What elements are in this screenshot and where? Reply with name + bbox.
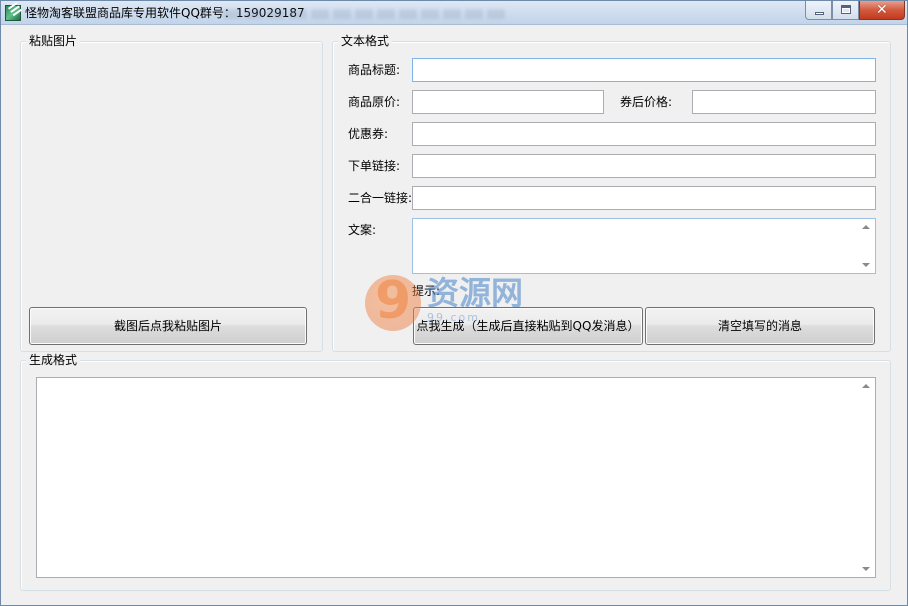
coupon-input[interactable]	[412, 122, 876, 146]
app-icon	[5, 5, 21, 21]
scroll-up-icon[interactable]	[862, 384, 870, 388]
coupon-label: 优惠券:	[348, 127, 389, 141]
product-title-label: 商品标题:	[348, 63, 401, 77]
close-icon: ✕	[876, 2, 888, 18]
clear-button[interactable]: 清空填写的消息	[645, 307, 875, 345]
combined-link-label: 二合一链接:	[348, 191, 413, 205]
copy-text-label: 文案:	[348, 223, 377, 237]
combined-link-input[interactable]	[412, 186, 876, 210]
product-title-input[interactable]	[412, 58, 876, 82]
output-format-group-label: 生成格式	[26, 353, 81, 367]
paste-image-group-label: 粘贴图片	[26, 34, 81, 48]
maximize-icon	[841, 5, 851, 14]
original-price-label: 商品原价:	[348, 95, 401, 109]
generate-button[interactable]: 点我生成（生成后直接粘贴到QQ发消息）	[413, 307, 643, 345]
title-bar[interactable]: 怪物淘客联盟商品库专用软件QQ群号：159029187 ✕	[1, 1, 907, 25]
hint-label: 提示:	[412, 284, 441, 298]
original-price-input[interactable]	[412, 90, 604, 114]
paste-image-group	[20, 41, 323, 352]
minimize-button[interactable]	[805, 1, 832, 20]
order-link-input[interactable]	[412, 154, 876, 178]
coupon-price-input[interactable]	[692, 90, 876, 114]
paste-image-button[interactable]: 截图后点我粘贴图片	[29, 307, 307, 345]
scroll-down-icon[interactable]	[862, 263, 870, 267]
output-scrollbar[interactable]	[858, 378, 875, 577]
order-link-label: 下单链接:	[348, 159, 401, 173]
output-textarea[interactable]	[36, 377, 876, 578]
copy-text-scrollbar[interactable]	[858, 219, 875, 273]
close-button[interactable]: ✕	[859, 1, 905, 20]
main-window: 怪物淘客联盟商品库专用软件QQ群号：159029187 ✕ 粘贴图片 截图后点我…	[0, 0, 908, 606]
blurred-title-region	[223, 9, 508, 19]
maximize-button[interactable]	[832, 1, 859, 20]
coupon-price-label: 券后价格:	[620, 95, 673, 109]
window-controls: ✕	[805, 1, 905, 21]
minimize-icon	[815, 12, 824, 15]
scroll-up-icon[interactable]	[862, 225, 870, 229]
scroll-down-icon[interactable]	[862, 567, 870, 571]
copy-text-textarea[interactable]	[412, 218, 876, 274]
text-format-group-label: 文本格式	[338, 34, 393, 48]
